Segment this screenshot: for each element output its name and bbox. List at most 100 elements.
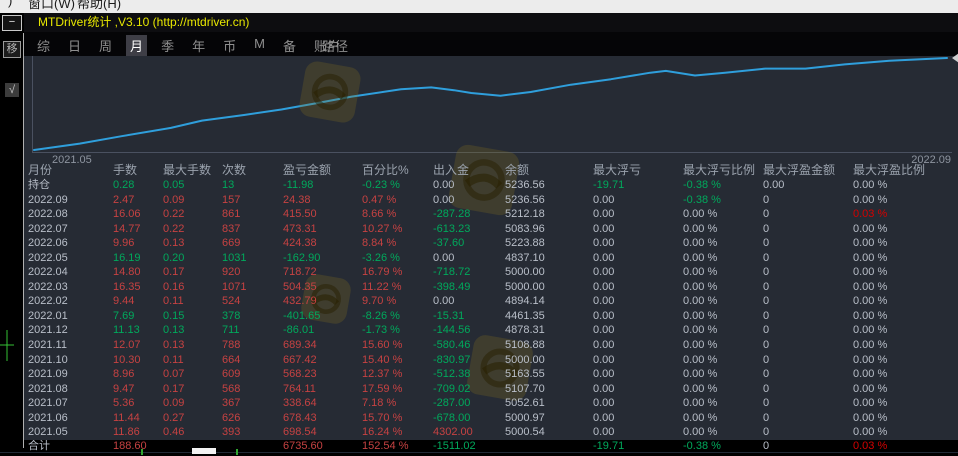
table-row[interactable]: 2022.029.440.11524432.799.70 %0.004894.1… <box>24 294 958 309</box>
table-cell: 12.07 <box>113 338 163 353</box>
tab-年[interactable]: 年 <box>188 35 209 56</box>
tab-综[interactable]: 综 <box>33 35 54 56</box>
table-cell: -144.56 <box>433 323 505 338</box>
table-cell: 0.00 % <box>853 280 958 295</box>
table-cell: 0.15 <box>163 309 222 324</box>
table-row[interactable]: 2022.0816.060.22861415.508.66 %-287.2852… <box>24 207 958 222</box>
column-header: 最大手数 <box>163 163 222 178</box>
table-cell: 378 <box>222 309 283 324</box>
table-cell: 0.00 % <box>683 236 763 251</box>
move-tool-button[interactable]: 移 <box>3 41 21 58</box>
watermark-logo <box>298 60 363 125</box>
table-row[interactable]: 2021.1211.130.13711-86.01-1.73 %-144.564… <box>24 323 958 338</box>
table-row[interactable]: 2022.069.960.13669424.388.84 %-37.605223… <box>24 236 958 251</box>
table-row[interactable]: 2021.098.960.07609568.2312.37 %-512.3851… <box>24 367 958 382</box>
table-cell: 5000.00 <box>505 265 593 280</box>
table-row[interactable]: 2021.089.470.17568764.1117.59 %-709.0251… <box>24 382 958 397</box>
table-cell: 24.38 <box>283 193 362 208</box>
table-row[interactable]: 2022.0316.350.161071504.3511.22 %-398.49… <box>24 280 958 295</box>
table-row[interactable]: 2022.0714.770.22837473.3110.27 %-613.235… <box>24 222 958 237</box>
table-row[interactable]: 持仓0.280.0513-11.98-0.23 %0.005236.56-19.… <box>24 178 958 193</box>
table-cell: 2021.10 <box>28 353 113 368</box>
scrollbar-thumb[interactable] <box>192 448 216 454</box>
table-cell: 0.00 <box>593 265 683 280</box>
column-header: 月份 <box>28 163 113 178</box>
tab-M[interactable]: M <box>250 35 269 56</box>
table-cell: 9.47 <box>113 382 163 397</box>
table-cell: 2022.06 <box>28 236 113 251</box>
path-label[interactable]: 路径 <box>322 36 348 55</box>
table-cell: 0.00 % <box>853 367 958 382</box>
table-cell: 0.00 % <box>853 382 958 397</box>
table-cell: 0.27 <box>163 411 222 426</box>
table-cell: 0 <box>763 323 853 338</box>
table-cell: 1031 <box>222 251 283 266</box>
window-title: MTDriver统计 ,V3.10 (http://mtdriver.cn) <box>38 13 249 32</box>
table-cell: 0.00 % <box>683 353 763 368</box>
table-cell: 0 <box>763 222 853 237</box>
table-row[interactable]: 2021.0611.440.27626678.4315.70 %-678.005… <box>24 411 958 426</box>
tab-周[interactable]: 周 <box>95 35 116 56</box>
table-row[interactable]: 2021.0511.860.46393698.5416.24 %4302.005… <box>24 425 958 440</box>
table-row[interactable]: 2021.1112.070.13788689.3415.60 %-580.465… <box>24 338 958 353</box>
table-cell: 15.40 % <box>362 353 433 368</box>
table-cell: 0.22 <box>163 207 222 222</box>
table-cell: 0.00 <box>593 382 683 397</box>
table-cell: 0 <box>763 425 853 440</box>
table-row[interactable]: 2022.017.690.15378-401.65-8.26 %-15.3144… <box>24 309 958 324</box>
column-header: 余额 <box>505 163 593 178</box>
table-cell: 0.17 <box>163 265 222 280</box>
table-cell: 0 <box>763 236 853 251</box>
table-cell: 568 <box>222 382 283 397</box>
table-cell: 16.06 <box>113 207 163 222</box>
table-cell: 0.00 % <box>683 294 763 309</box>
table-cell: -718.72 <box>433 265 505 280</box>
table-header-row: 月份手数最大手数次数盈亏金额百分比%出入金余额最大浮亏最大浮亏比例最大浮盈金额最… <box>24 163 958 178</box>
bottom-scrollbar-track[interactable] <box>0 452 958 456</box>
table-cell: -678.00 <box>433 411 505 426</box>
table-cell: -830.97 <box>433 353 505 368</box>
table-cell: 0.11 <box>163 353 222 368</box>
table-cell: -86.01 <box>283 323 362 338</box>
menu-item-help[interactable]: 帮助(H) <box>77 0 121 12</box>
table-cell: 0.00 <box>593 396 683 411</box>
check-tool-button[interactable]: √ <box>5 83 19 97</box>
table-row[interactable]: 2021.1010.300.11664667.4215.40 %-830.975… <box>24 353 958 368</box>
table-cell: 16.19 <box>113 251 163 266</box>
table-cell: 0 <box>763 367 853 382</box>
tab-bar: 综日周月季年币M备账户 路径 <box>24 32 958 56</box>
table-row[interactable]: 2022.0516.190.201031-162.90-3.26 %0.0048… <box>24 251 958 266</box>
table-cell: 568.23 <box>283 367 362 382</box>
table-row-total[interactable]: 合计188.606735.60152.54 %-1511.02-19.71-0.… <box>24 440 958 453</box>
tab-日[interactable]: 日 <box>64 35 85 56</box>
table-cell: 4302.00 <box>433 425 505 440</box>
table-cell: 0.00 % <box>853 193 958 208</box>
table-row[interactable]: 2022.0414.800.17920718.7216.79 %-718.725… <box>24 265 958 280</box>
tab-季[interactable]: 季 <box>157 35 178 56</box>
table-row[interactable]: 2022.092.470.0915724.380.47 %0.005236.56… <box>24 193 958 208</box>
table-cell: 2022.01 <box>28 309 113 324</box>
menu-item-window[interactable]: 窗口(W) <box>28 0 75 12</box>
table-cell: 5223.88 <box>505 236 593 251</box>
scrollbar-tick <box>141 449 143 455</box>
menu-item-fragment[interactable]: ) <box>8 0 12 8</box>
title-bar[interactable]: MTDriver统计 ,V3.10 (http://mtdriver.cn) <box>24 13 958 32</box>
table-cell: 5212.18 <box>505 207 593 222</box>
table-cell: 0.00 % <box>683 309 763 324</box>
tab-备[interactable]: 备 <box>279 35 300 56</box>
equity-chart[interactable] <box>32 56 952 153</box>
table-cell: 0.00 % <box>853 222 958 237</box>
table-cell: 0.00 % <box>853 338 958 353</box>
table-cell: 0.00 <box>593 338 683 353</box>
table-cell: 11.86 <box>113 425 163 440</box>
table-cell: 0.47 % <box>362 193 433 208</box>
tab-币[interactable]: 币 <box>219 35 240 56</box>
table-cell: 12.37 % <box>362 367 433 382</box>
table-cell: 0.00 % <box>853 251 958 266</box>
table-cell: 424.38 <box>283 236 362 251</box>
minimize-button[interactable]: − <box>2 15 22 31</box>
table-cell: 689.34 <box>283 338 362 353</box>
tab-月[interactable]: 月 <box>126 35 147 56</box>
table-row[interactable]: 2021.075.360.09367338.647.18 %-287.00505… <box>24 396 958 411</box>
table-cell: 0 <box>763 193 853 208</box>
